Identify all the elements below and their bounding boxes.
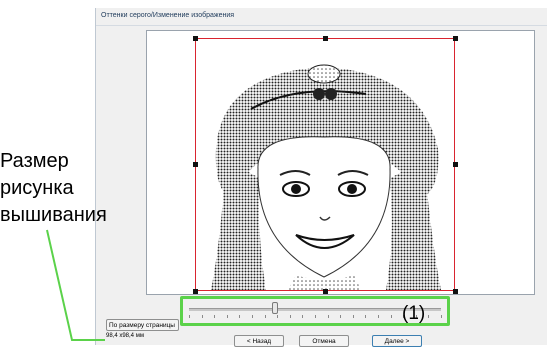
slider-callout-label: (1)	[402, 303, 426, 324]
size-callout-line-1: Размер	[0, 150, 69, 172]
size-callout-label: Размер рисунка вышивания	[0, 148, 107, 229]
size-callout-line-2: рисунка	[0, 177, 74, 199]
size-callout-line-3: вышивания	[0, 204, 107, 226]
